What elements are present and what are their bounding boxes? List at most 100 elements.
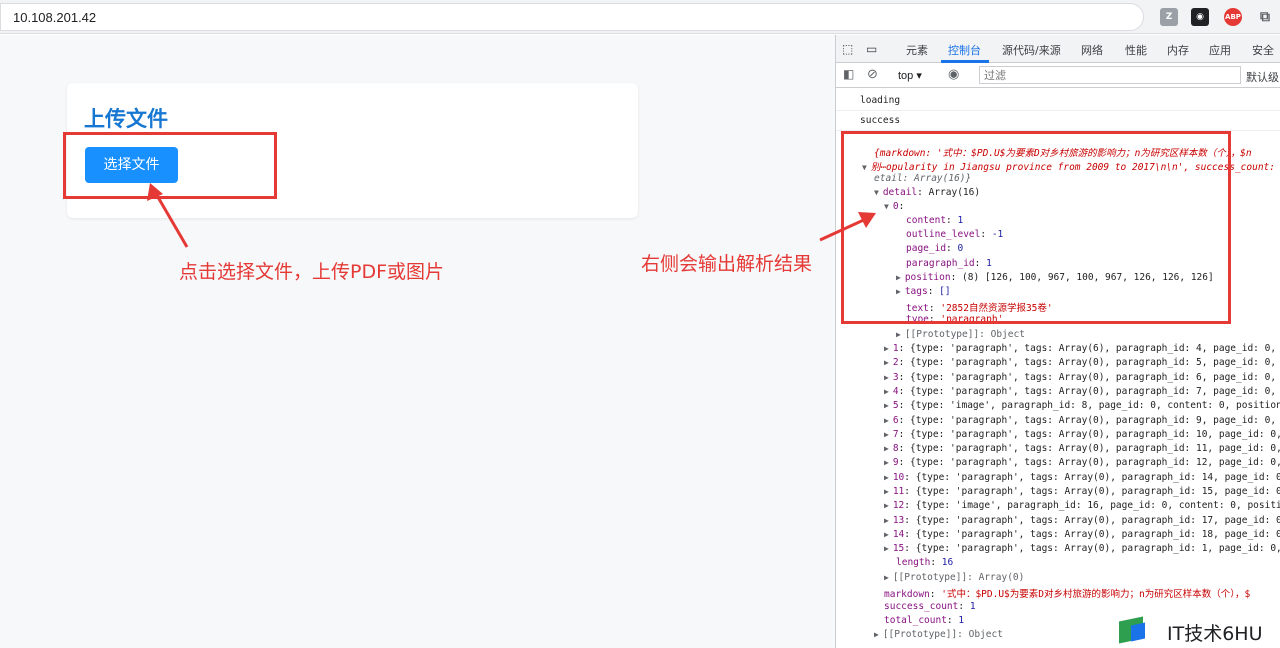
detail-item-6[interactable]: ▶ 6: {type: 'paragraph', tags: Array(0), … <box>884 415 1280 426</box>
expand-caret-icon: ▶ <box>884 358 889 368</box>
item-key: 15 <box>892 543 905 555</box>
detail-item-5[interactable]: ▶ 5: {type: 'image', paragraph_id: 8, pag… <box>884 400 1280 411</box>
watermark-logo-icon-2 <box>1131 622 1145 642</box>
item-value: {type: 'paragraph', tags: Array(0), para… <box>910 371 1280 383</box>
detail-item-8[interactable]: ▶ 8: {type: 'paragraph', tags: Array(0), … <box>884 443 1280 454</box>
eye-icon[interactable]: ◉ <box>948 66 959 82</box>
item-key: 8 <box>892 443 899 455</box>
length-key: length <box>896 557 931 568</box>
detail-item-15[interactable]: ▶ 15: {type: 'paragraph', tags: Array(0),… <box>884 543 1280 554</box>
highlight-box-upload <box>63 132 277 199</box>
tab-application[interactable]: 应用 <box>1209 42 1231 58</box>
item-value: {type: 'paragraph', tags: Array(6), para… <box>910 343 1280 354</box>
proto-object-row[interactable]: ▶ [[Prototype]]: Object <box>896 329 1025 340</box>
watermark-text: IT技术6HU <box>1167 623 1263 645</box>
success-count-key: success_count <box>884 601 959 612</box>
markdown-value: '式中：$PD.U$为要素D对乡村旅游的影响力；n为研究区样本数（个），$ <box>941 589 1251 600</box>
expand-caret-icon: ▶ <box>884 472 889 482</box>
expand-caret-icon: ▶ <box>884 429 889 439</box>
item-value: {type: 'paragraph', tags: Array(0), para… <box>910 443 1280 455</box>
url-text: 10.108.201.42 <box>13 10 97 25</box>
item-key: 10 <box>892 471 905 483</box>
expand-caret-icon: ▶ <box>884 458 889 468</box>
detail-item-2[interactable]: ▶ 2: {type: 'paragraph', tags: Array(0), … <box>884 357 1280 368</box>
success-count-value: 1 <box>969 601 976 612</box>
page-content: 上传文件 选择文件 点击选择文件，上传PDF或图片 右侧会输出解析结果 <box>0 35 835 648</box>
item-value: {type: 'image', paragraph_id: 16, page_i… <box>915 500 1280 512</box>
length-row: length: 16 <box>896 557 954 568</box>
item-value: {type: 'paragraph', tags: Array(0), para… <box>915 486 1280 497</box>
detail-item-11[interactable]: ▶ 11: {type: 'paragraph', tags: Array(0),… <box>884 486 1280 497</box>
tab-security[interactable]: 安全 <box>1252 42 1274 58</box>
expand-caret-icon: ▶ <box>896 330 901 339</box>
detail-item-4[interactable]: ▶ 4: {type: 'paragraph', tags: Array(0), … <box>884 386 1280 397</box>
expand-caret-icon: ▶ <box>884 401 889 411</box>
detail-item-7[interactable]: ▶ 7: {type: 'paragraph', tags: Array(0), … <box>884 429 1280 440</box>
item-key: 4 <box>892 385 899 397</box>
expand-caret-icon: ▶ <box>884 544 889 554</box>
item-value: {type: 'image', paragraph_id: 8, page_id… <box>910 400 1280 412</box>
browser-toolbar: 10.108.201.42 Z ◉ ABP ⧉ <box>0 0 1280 34</box>
card-title: 上传文件 <box>84 107 168 131</box>
left-annotation: 点击选择文件，上传PDF或图片 <box>179 261 445 283</box>
item-key: 1 <box>892 343 899 354</box>
console-toolbar: ◧ ⊘ top ▾ ◉ 默认级 <box>836 63 1280 88</box>
console-filter-input[interactable] <box>979 66 1241 84</box>
expand-caret-icon: ▶ <box>884 344 889 353</box>
detail-item-3[interactable]: ▶ 3: {type: 'paragraph', tags: Array(0), … <box>884 372 1280 383</box>
item-key: 2 <box>892 357 899 369</box>
item-key: 7 <box>892 428 899 440</box>
context-selector[interactable]: top ▾ <box>898 69 922 82</box>
item-value: {type: 'paragraph', tags: Array(0), para… <box>910 457 1280 469</box>
item-value: {type: 'paragraph', tags: Array(0), para… <box>915 543 1280 555</box>
detail-item-10[interactable]: ▶ 10: {type: 'paragraph', tags: Array(0),… <box>884 472 1280 483</box>
expand-caret-icon: ▶ <box>884 487 889 496</box>
total-count-row: total_count: 1 <box>884 615 965 626</box>
total-count-key: total_count <box>884 615 947 626</box>
inspect-icon[interactable]: ⬚ <box>842 42 853 56</box>
device-toggle-icon[interactable]: ▭ <box>866 42 877 56</box>
item-value: {type: 'paragraph', tags: Array(0), para… <box>910 357 1280 369</box>
detail-item-9[interactable]: ▶ 9: {type: 'paragraph', tags: Array(0), … <box>884 457 1280 468</box>
proto-object2-label: [[Prototype]]: Object <box>882 629 1003 640</box>
detail-item-14[interactable]: ▶ 14: {type: 'paragraph', tags: Array(0),… <box>884 529 1280 540</box>
devtools-panel: ⬚ ▭ 元素 控制台 源代码/来源 网络 性能 内存 应用 安全 ◧ ⊘ top… <box>835 35 1280 648</box>
markdown-key: markdown <box>884 589 930 600</box>
tab-console[interactable]: 控制台 <box>948 42 981 58</box>
item-key: 11 <box>892 486 905 497</box>
detail-item-13[interactable]: ▶ 13: {type: 'paragraph', tags: Array(0),… <box>884 515 1280 526</box>
item-key: 14 <box>892 528 905 540</box>
tab-memory[interactable]: 内存 <box>1167 42 1189 58</box>
highlight-box-result <box>841 131 1231 324</box>
watermark: IT技术6HU <box>1119 615 1280 648</box>
adblock-icon[interactable]: ABP <box>1224 8 1242 26</box>
detail-item-1[interactable]: ▶ 1: {type: 'paragraph', tags: Array(6), … <box>884 343 1280 354</box>
extension-game-icon[interactable]: ◉ <box>1191 8 1209 26</box>
item-key: 12 <box>892 500 905 512</box>
clear-console-icon[interactable]: ⊘ <box>867 66 878 82</box>
item-value: {type: 'paragraph', tags: Array(0), para… <box>915 514 1280 526</box>
tab-elements[interactable]: 元素 <box>906 42 928 58</box>
detail-item-12[interactable]: ▶ 12: {type: 'image', paragraph_id: 16, p… <box>884 500 1280 511</box>
expand-caret-icon: ▶ <box>884 573 889 582</box>
extension-z-icon[interactable]: Z <box>1160 8 1178 26</box>
item-value: {type: 'paragraph', tags: Array(0), para… <box>910 385 1280 397</box>
tab-network[interactable]: 网络 <box>1081 42 1103 58</box>
expand-caret-icon: ▶ <box>884 529 889 539</box>
proto-array-label: [[Prototype]]: Array(0) <box>892 572 1025 583</box>
address-bar[interactable]: 10.108.201.42 <box>0 3 1144 31</box>
sidebar-toggle-icon[interactable]: ◧ <box>843 67 854 81</box>
proto-object2-row[interactable]: ▶ [[Prototype]]: Object <box>874 629 1003 640</box>
expand-caret-icon: ▶ <box>884 386 889 396</box>
log-levels-dropdown[interactable]: 默认级 <box>1246 69 1279 85</box>
total-count-value: 1 <box>958 615 965 626</box>
proto-array-row[interactable]: ▶ [[Prototype]]: Array(0) <box>884 572 1024 583</box>
right-annotation: 右侧会输出解析结果 <box>641 253 813 275</box>
extensions-puzzle-icon[interactable]: ⧉ <box>1256 8 1274 26</box>
item-key: 3 <box>892 371 899 383</box>
tab-performance[interactable]: 性能 <box>1125 42 1147 58</box>
markdown-row: markdown: '式中：$PD.U$为要素D对乡村旅游的影响力；n为研究区样… <box>884 589 1251 600</box>
success-count-row: success_count: 1 <box>884 601 976 612</box>
item-key: 13 <box>892 514 905 526</box>
tab-sources[interactable]: 源代码/来源 <box>1002 42 1061 58</box>
